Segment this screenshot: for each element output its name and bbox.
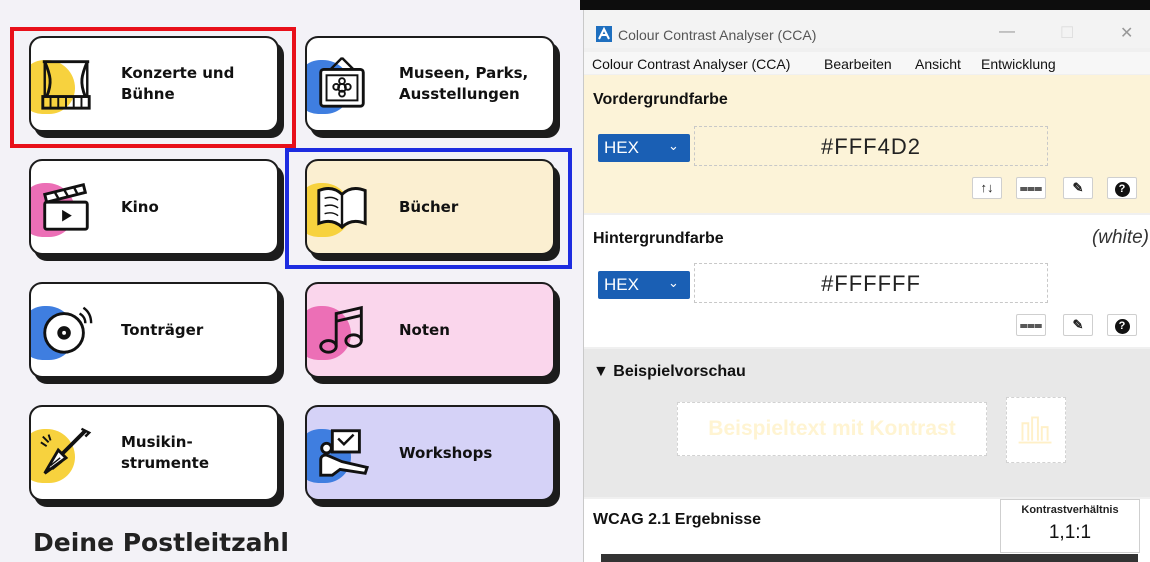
category-card-workshops[interactable]: Workshops bbox=[305, 405, 555, 501]
background-eyedropper-button[interactable]: ✎ bbox=[1063, 314, 1093, 336]
category-card-musikinstrumente[interactable]: Musikin- strumente bbox=[29, 405, 279, 501]
sliders-icon: ⩶ bbox=[1019, 317, 1043, 332]
red-highlight-frame bbox=[10, 27, 296, 148]
background-title: Hintergrundfarbe bbox=[593, 230, 724, 247]
foreground-panel: Vordergrundfarbe HEX ⌄ #FFF4D2 ↑↓ ⩶ ✎ ? bbox=[584, 75, 1150, 213]
postleitzahl-heading: Deine Postleitzahl bbox=[33, 528, 289, 557]
card-label: Musikin- strumente bbox=[121, 433, 210, 472]
vinyl-record-icon bbox=[43, 306, 93, 354]
background-sliders-button[interactable]: ⩶ bbox=[1016, 314, 1046, 336]
maximize-button[interactable]: ☐ bbox=[1060, 23, 1074, 43]
background-help-button[interactable]: ? bbox=[1107, 314, 1137, 336]
card-label: Museen, Parks, Ausstellungen bbox=[399, 64, 529, 103]
background-hex-input[interactable]: #FFFFFF bbox=[694, 263, 1048, 303]
menu-bar: Colour Contrast Analyser (CCA) Bearbeite… bbox=[584, 52, 1150, 74]
swap-icon: ↑↓ bbox=[980, 180, 994, 195]
results-header-bar bbox=[601, 554, 1138, 562]
category-card-museen[interactable]: Museen, Parks, Ausstellungen bbox=[305, 36, 555, 132]
close-button[interactable]: ✕ bbox=[1120, 23, 1133, 43]
card-label: Tonträger bbox=[121, 320, 204, 339]
sample-chart-icon bbox=[1006, 397, 1066, 463]
category-card-tontraeger[interactable]: Tonträger bbox=[29, 282, 279, 378]
foreground-title: Vordergrundfarbe bbox=[593, 91, 728, 108]
preview-section: ▼ Beispielvorschau Beispieltext mit Kont… bbox=[584, 349, 1150, 497]
contrast-ratio-box: Kontrastverhältnis 1,1:1 bbox=[1000, 499, 1140, 553]
blue-highlight-frame bbox=[285, 148, 572, 269]
background-panel: Hintergrundfarbe (white) HEX ⌄ #FFFFFF ⩶… bbox=[584, 215, 1150, 347]
wcag-results-section: WCAG 2.1 Ergebnisse Kontrastverhältnis 1… bbox=[584, 499, 1150, 562]
format-label: HEX bbox=[604, 275, 639, 294]
menu-item-ansicht[interactable]: Ansicht bbox=[915, 56, 961, 72]
background-format-select[interactable]: HEX ⌄ bbox=[598, 271, 690, 299]
eyedropper-icon: ✎ bbox=[1072, 180, 1084, 195]
menu-item-entwicklung[interactable]: Entwicklung bbox=[981, 56, 1056, 72]
chevron-down-icon: ⌄ bbox=[668, 138, 679, 153]
preview-toggle[interactable]: ▼ Beispielvorschau bbox=[593, 363, 746, 381]
chevron-down-icon: ⌄ bbox=[668, 275, 679, 290]
card-label: Kino bbox=[121, 197, 159, 216]
swap-colors-button[interactable]: ↑↓ bbox=[972, 177, 1002, 199]
contrast-ratio-label: Kontrastverhältnis bbox=[1021, 504, 1119, 516]
screen-top-edge bbox=[580, 0, 1150, 10]
sliders-icon: ⩶ bbox=[1019, 180, 1043, 195]
cca-logo-icon bbox=[596, 26, 612, 42]
eyedropper-icon: ✎ bbox=[1072, 317, 1084, 332]
window-title: Colour Contrast Analyser (CCA) bbox=[618, 27, 817, 43]
card-label: Noten bbox=[399, 320, 450, 339]
help-icon: ? bbox=[1114, 319, 1130, 334]
category-card-kino[interactable]: Kino bbox=[29, 159, 279, 255]
foreground-help-button[interactable]: ? bbox=[1107, 177, 1137, 199]
wcag-title: WCAG 2.1 Ergebnisse bbox=[593, 511, 762, 528]
foreground-format-select[interactable]: HEX ⌄ bbox=[598, 134, 690, 162]
background-color-name: (white) bbox=[1091, 227, 1149, 248]
web-page-panel: Konzerte und Bühne Museen, Parks, Ausste… bbox=[0, 0, 584, 562]
foreground-hex-value: #FFF4D2 bbox=[821, 134, 921, 159]
format-label: HEX bbox=[604, 138, 639, 157]
contrast-ratio-value: 1,1:1 bbox=[1048, 522, 1092, 543]
easel-icon bbox=[319, 429, 370, 477]
minimize-button[interactable]: — bbox=[999, 23, 1015, 41]
foreground-hex-input[interactable]: #FFF4D2 bbox=[694, 126, 1048, 166]
cca-app-window: Colour Contrast Analyser (CCA) — ☐ ✕ Col… bbox=[583, 10, 1150, 562]
foreground-sliders-button[interactable]: ⩶ bbox=[1016, 177, 1046, 199]
framed-picture-icon bbox=[319, 57, 365, 108]
sample-text-preview: Beispieltext mit Kontrast bbox=[677, 402, 987, 456]
category-card-noten[interactable]: Noten bbox=[305, 282, 555, 378]
foreground-eyedropper-button[interactable]: ✎ bbox=[1063, 177, 1093, 199]
title-bar: Colour Contrast Analyser (CCA) — ☐ ✕ bbox=[584, 10, 1150, 48]
music-note-icon bbox=[319, 305, 363, 354]
clapperboard-icon bbox=[42, 182, 89, 231]
help-icon: ? bbox=[1114, 182, 1130, 197]
card-label: Workshops bbox=[399, 443, 493, 462]
menu-item-cca[interactable]: Colour Contrast Analyser (CCA) bbox=[592, 56, 790, 72]
guitar-icon bbox=[40, 427, 92, 475]
menu-item-bearbeiten[interactable]: Bearbeiten bbox=[824, 56, 892, 72]
background-hex-value: #FFFFFF bbox=[821, 271, 921, 296]
